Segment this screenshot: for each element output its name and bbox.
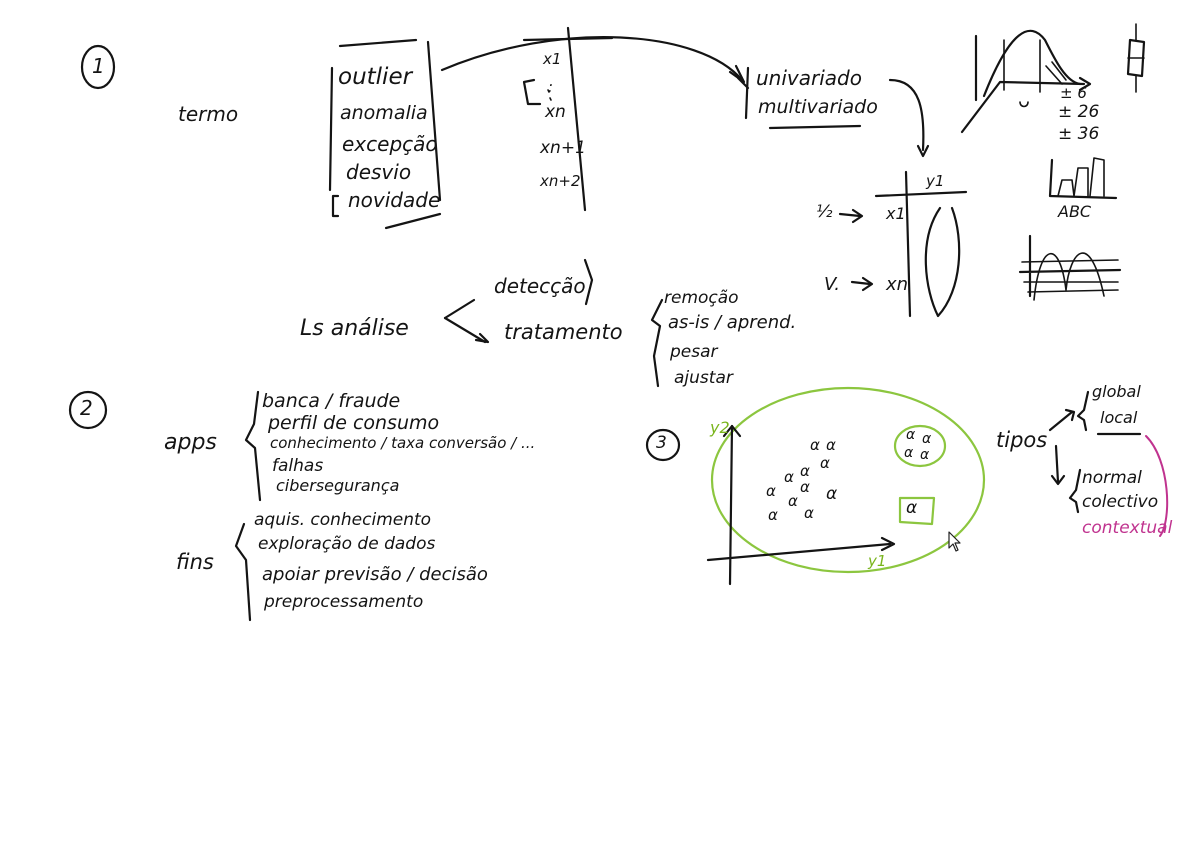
point-alpha: α <box>784 468 794 486</box>
point-alpha-cluster: α <box>920 447 930 463</box>
matrix-left-bottom: V. <box>824 274 840 295</box>
point-alpha: α <box>804 504 814 522</box>
matrix-y1: y1 <box>926 172 945 190</box>
sigma-1: ± 6 <box>1060 84 1087 102</box>
sample-xn1: xn+1 <box>540 138 586 158</box>
point-alpha-cluster: α <box>904 445 914 461</box>
matrix-xn: xn <box>886 274 909 295</box>
point-alpha: α <box>810 436 820 454</box>
sample-dots: : <box>548 78 554 96</box>
fim-preprocessamento: preprocessamento <box>264 592 424 612</box>
tipo-local: local <box>1100 408 1138 427</box>
matrix-x1: x1 <box>886 204 906 223</box>
ink-strokes <box>68 23 1169 622</box>
analise-label: Ls análise <box>300 316 409 341</box>
point-alpha-isolated: α <box>906 498 918 518</box>
point-alpha: α <box>788 492 798 510</box>
termo-label: termo <box>178 102 239 126</box>
sample-xn2: xn+2 <box>540 172 581 190</box>
term-outlier: outlier <box>338 64 413 90</box>
treatment-remocao: remoção <box>664 288 739 308</box>
point-alpha: α <box>766 482 776 500</box>
axis-y1-label: y1 <box>868 552 887 570</box>
deteccao-label: detecção <box>494 274 586 298</box>
section-3-number: 3 <box>656 433 667 453</box>
univariado: univariado <box>756 66 862 90</box>
tipo-contextual: contextual <box>1082 518 1173 538</box>
point-alpha: α <box>800 478 810 496</box>
sample-xn: xn <box>545 102 566 122</box>
point-alpha: α <box>826 436 836 454</box>
term-desvio: desvio <box>346 160 412 184</box>
tratamento-label: tratamento <box>504 320 623 344</box>
point-alpha: α <box>768 506 778 524</box>
app-conhecimento: conhecimento / taxa conversão / ... <box>270 434 536 452</box>
axis-y2-label: y2 <box>710 418 730 437</box>
app-perfil: perfil de consumo <box>268 412 440 434</box>
point-alpha: α <box>820 454 830 472</box>
treatment-pesar: pesar <box>670 342 718 362</box>
tipo-colectivo: colectivo <box>1082 492 1159 512</box>
fins-label: fins <box>176 550 214 574</box>
tipos-label: tipos <box>996 428 1048 452</box>
fim-apoiar: apoiar previsão / decisão <box>262 564 488 585</box>
point-alpha-cluster: α <box>906 427 916 443</box>
section-1-number: 1 <box>92 54 105 78</box>
app-banca: banca / fraude <box>262 390 401 412</box>
cluster-ellipse <box>710 386 986 574</box>
sigma-3: ± 36 <box>1058 124 1100 144</box>
abc-label: ABC <box>1058 202 1092 221</box>
term-novidade: novidade <box>348 188 441 212</box>
treatment-ajustar: ajustar <box>674 368 733 388</box>
tipo-global: global <box>1092 382 1141 401</box>
fim-exploracao: exploração de dados <box>258 534 436 554</box>
sample-x1: x1 <box>543 50 562 68</box>
multivariado: multivariado <box>758 96 878 118</box>
app-ciberseguranca: cibersegurança <box>276 476 400 495</box>
sigma-2: ± 26 <box>1058 102 1100 122</box>
fim-aquis: aquis. conhecimento <box>254 510 432 530</box>
apps-label: apps <box>164 430 217 455</box>
app-falhas: falhas <box>272 456 324 476</box>
term-excepcao: excepção <box>342 132 438 156</box>
whiteboard-canvas[interactable]: 1 termo outlier anomalia excepção desvio… <box>0 0 1181 843</box>
tipo-normal: normal <box>1082 468 1142 488</box>
section-2-number: 2 <box>80 396 93 420</box>
point-alpha: α <box>800 462 810 480</box>
mouse-cursor-icon <box>948 531 961 552</box>
matrix-left-top: ½ <box>816 202 833 222</box>
point-alpha: α <box>826 484 838 504</box>
treatment-asis: as-is / aprend. <box>668 312 797 333</box>
point-alpha-cluster: α <box>922 431 932 447</box>
term-anomalia: anomalia <box>340 102 428 124</box>
